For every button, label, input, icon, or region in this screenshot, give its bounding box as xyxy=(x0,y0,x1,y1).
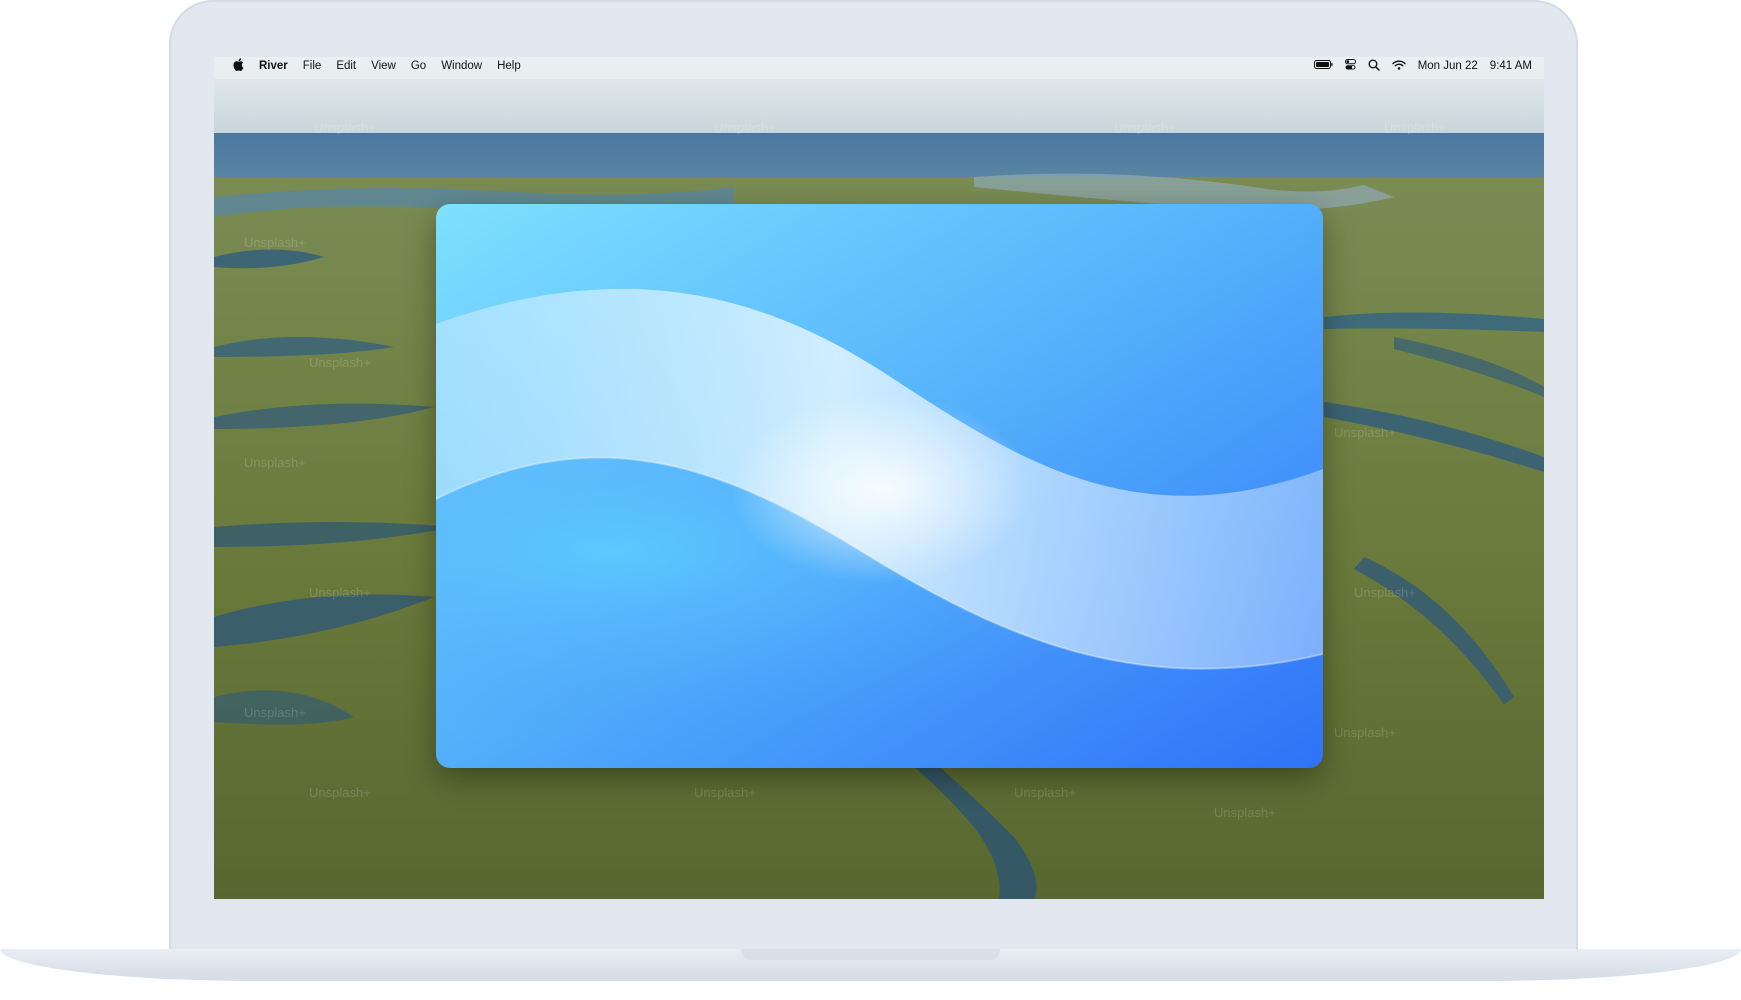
menu-date[interactable]: Mon Jun 22 xyxy=(1418,60,1478,72)
svg-text:Unsplash+: Unsplash+ xyxy=(694,785,756,800)
svg-text:Unsplash+: Unsplash+ xyxy=(1214,805,1276,820)
app-window[interactable] xyxy=(436,204,1323,768)
control-center-icon[interactable] xyxy=(1344,59,1356,73)
svg-text:Unsplash+: Unsplash+ xyxy=(714,120,776,135)
svg-text:Unsplash+: Unsplash+ xyxy=(1114,120,1176,135)
menu-file[interactable]: File xyxy=(303,60,322,72)
svg-text:Unsplash+: Unsplash+ xyxy=(244,235,306,250)
menu-go[interactable]: Go xyxy=(411,60,426,72)
search-icon[interactable] xyxy=(1368,59,1380,74)
menu-view[interactable]: View xyxy=(371,60,396,72)
menu-app-name[interactable]: River xyxy=(259,60,288,72)
menu-edit[interactable]: Edit xyxy=(336,60,356,72)
svg-text:Unsplash+: Unsplash+ xyxy=(309,585,371,600)
laptop-base xyxy=(0,949,1741,981)
menu-help[interactable]: Help xyxy=(497,60,521,72)
menu-bar: River File Edit View Go Window Help Mon … xyxy=(214,57,1544,75)
svg-text:Unsplash+: Unsplash+ xyxy=(244,705,306,720)
svg-text:Unsplash+: Unsplash+ xyxy=(1384,120,1446,135)
svg-text:Unsplash+: Unsplash+ xyxy=(309,355,371,370)
menu-time[interactable]: 9:41 AM xyxy=(1490,60,1532,72)
svg-text:Unsplash+: Unsplash+ xyxy=(309,785,371,800)
menu-bar-status: Mon Jun 22 9:41 AM xyxy=(1302,57,1532,75)
apple-icon[interactable] xyxy=(233,58,244,74)
window-wave-graphic xyxy=(436,204,1323,768)
svg-text:Unsplash+: Unsplash+ xyxy=(1334,425,1396,440)
wifi-icon[interactable] xyxy=(1391,59,1406,73)
menu-window[interactable]: Window xyxy=(441,60,482,72)
svg-text:Unsplash+: Unsplash+ xyxy=(244,455,306,470)
laptop-notch xyxy=(741,949,1000,960)
svg-text:Unsplash+: Unsplash+ xyxy=(1354,585,1416,600)
desktop-screen: Unsplash+ Unsplash+ Unsplash+ Unsplash+ Uns… xyxy=(214,57,1544,899)
svg-text:Unsplash+: Unsplash+ xyxy=(1334,725,1396,740)
svg-text:Unsplash+: Unsplash+ xyxy=(314,120,376,135)
svg-text:Unsplash+: Unsplash+ xyxy=(1014,785,1076,800)
menu-bar-left: River File Edit View Go Window Help xyxy=(233,58,536,74)
battery-icon[interactable] xyxy=(1313,60,1333,72)
